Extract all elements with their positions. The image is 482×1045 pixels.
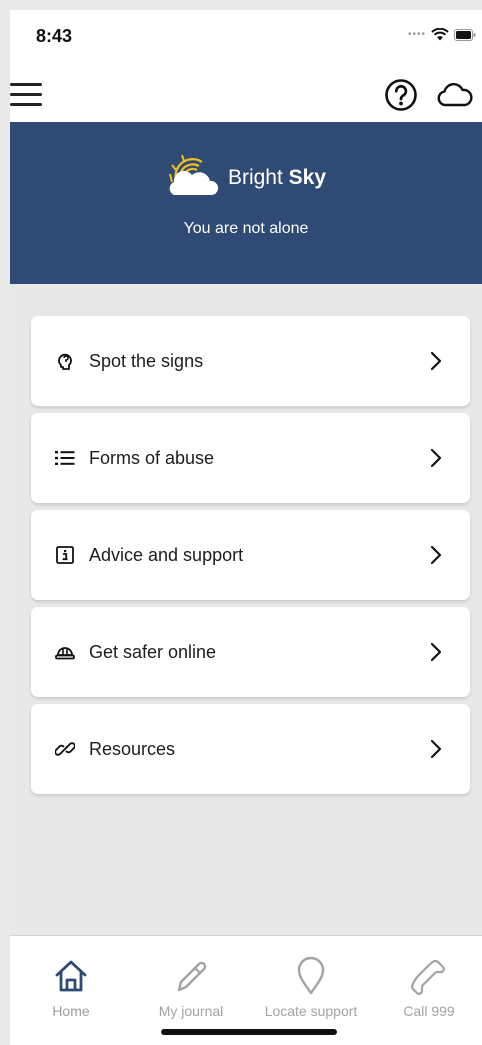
menu-item-advice-and-support[interactable]: Advice and support <box>31 510 470 600</box>
menu-item-spot-the-signs[interactable]: Spot the signs <box>31 316 470 406</box>
menu-item-resources[interactable]: Resources <box>31 704 470 794</box>
tab-locate-support[interactable]: Locate support <box>256 956 366 1019</box>
tab-label: Home <box>52 1003 90 1019</box>
tagline: You are not alone <box>183 220 309 237</box>
brand-name: Bright Sky <box>228 166 326 190</box>
menu-item-label: Forms of abuse <box>89 447 215 468</box>
tab-home[interactable]: Home <box>16 956 126 1019</box>
app-screen: 8:43 •••• Bright Sky You are not alone S… <box>10 10 482 1045</box>
logo: Bright Sky <box>166 152 326 196</box>
menu-item-label: Spot the signs <box>89 350 204 371</box>
home-icon <box>16 956 126 996</box>
brand-name-light: Bright <box>227 166 289 189</box>
brand-name-bold: Sky <box>288 166 327 189</box>
bright-sky-logo-icon <box>168 154 219 195</box>
hamburger-icon <box>10 83 42 106</box>
helmet-icon <box>55 642 75 662</box>
chevron-right-icon <box>430 642 442 662</box>
pencil-icon <box>136 956 246 996</box>
chevron-right-icon <box>430 351 442 371</box>
toolbar <box>10 68 482 118</box>
chevron-right-icon <box>430 545 442 565</box>
menu-item-forms-of-abuse[interactable]: Forms of abuse <box>31 413 470 503</box>
chevron-right-icon <box>430 448 442 468</box>
cloud-icon <box>437 83 473 107</box>
menu-item-label: Resources <box>89 738 176 759</box>
location-pin-icon <box>256 956 366 996</box>
tab-call-999[interactable]: Call 999 <box>374 956 482 1019</box>
menu-item-get-safer-online[interactable]: Get safer online <box>31 607 470 697</box>
info-icon <box>55 545 75 565</box>
status-time: 8:43 <box>36 26 73 46</box>
chevron-right-icon <box>430 739 442 759</box>
brain-icon <box>55 351 75 371</box>
wifi-icon <box>431 28 449 41</box>
cloud-button[interactable] <box>436 80 474 110</box>
brand-banner: Bright Sky You are not alone <box>10 122 482 284</box>
link-icon <box>55 739 75 759</box>
home-indicator[interactable] <box>161 1029 337 1035</box>
bottom-tab-bar: Home My journal Locate support Call 999 <box>10 935 482 1045</box>
battery-icon <box>454 28 476 41</box>
tab-label: Locate support <box>264 1003 358 1019</box>
help-button[interactable] <box>384 78 418 112</box>
tab-label: My journal <box>158 1003 224 1019</box>
tab-my-journal[interactable]: My journal <box>136 956 246 1019</box>
list-icon <box>55 448 75 468</box>
menu-item-label: Advice and support <box>89 544 244 565</box>
header-area: 8:43 •••• <box>10 10 482 122</box>
phone-icon <box>374 956 482 996</box>
menu-list: Spot the signs Forms of abuse Advice and… <box>10 284 482 794</box>
tab-label: Call 999 <box>403 1003 455 1019</box>
hamburger-menu-button[interactable] <box>10 80 44 110</box>
question-circle-icon <box>385 79 417 111</box>
status-bar: 8:43 •••• <box>10 10 482 60</box>
menu-item-label: Get safer online <box>89 641 217 662</box>
signal-icon: •••• <box>407 29 426 40</box>
status-icons: •••• <box>408 28 476 41</box>
